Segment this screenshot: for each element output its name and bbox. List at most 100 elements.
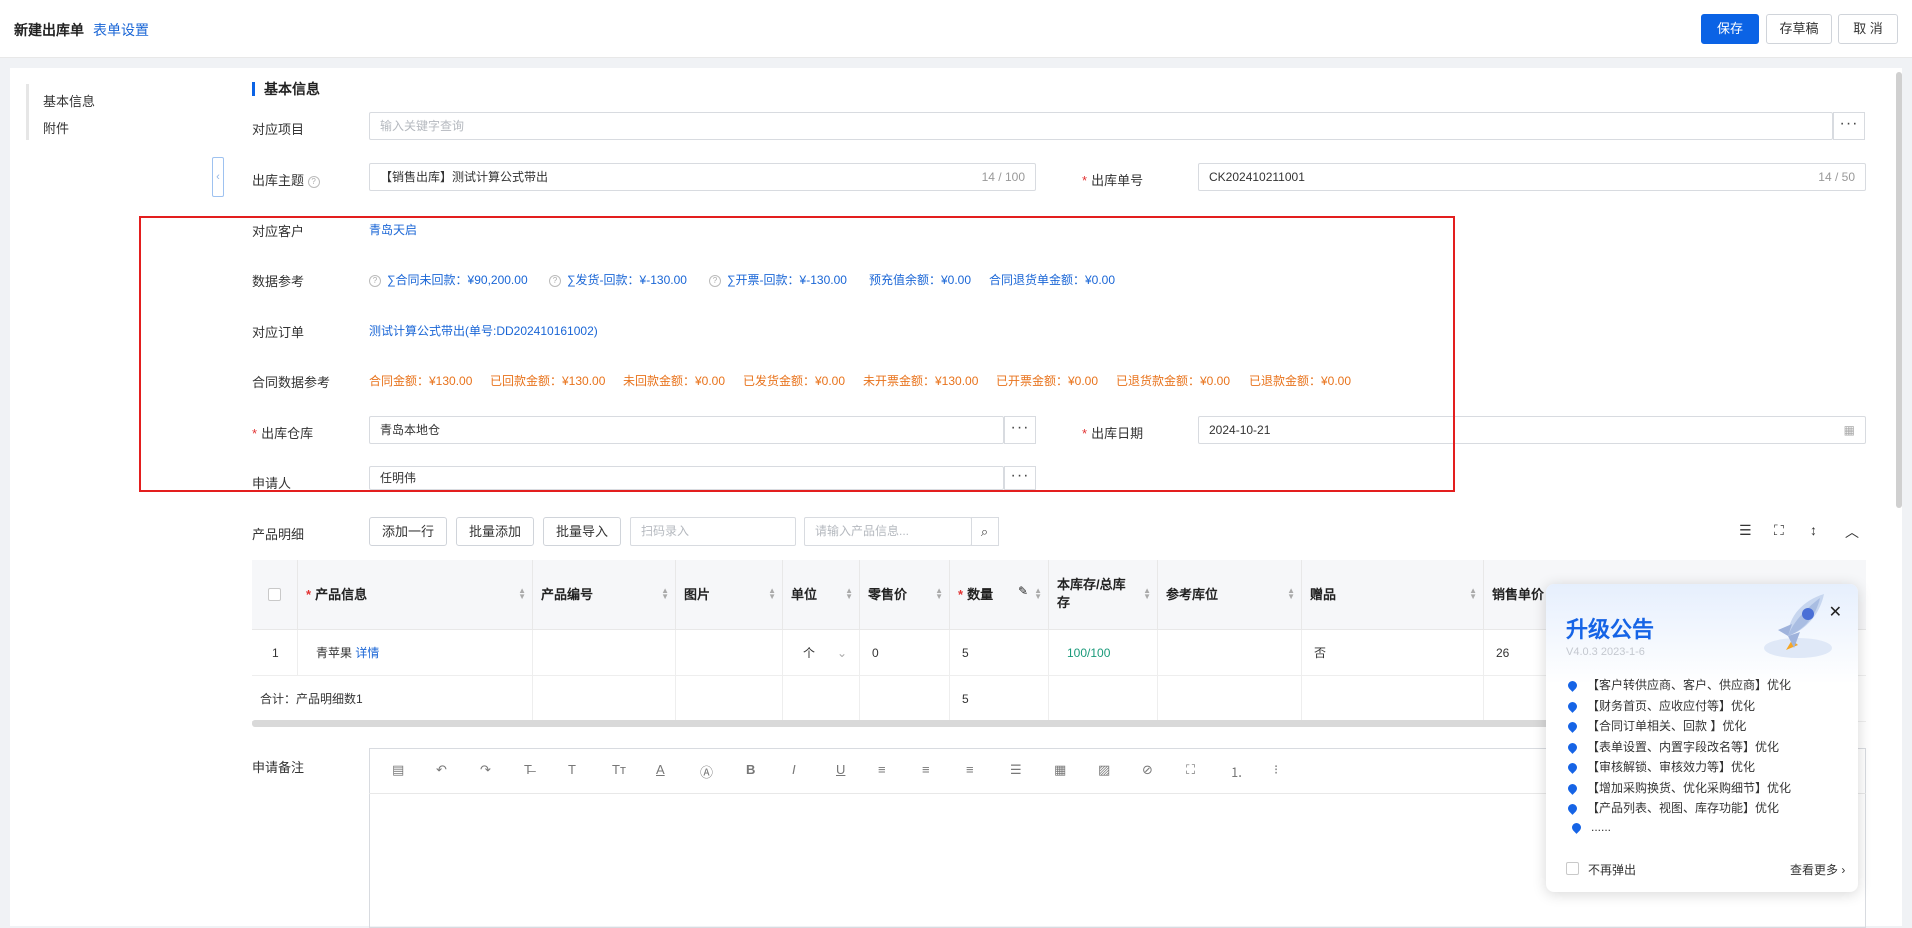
row-index: 1 (252, 630, 298, 676)
popup-version: V4.0.3 2023-1-6 (1566, 646, 1645, 658)
nav-item-attachment[interactable]: 附件 (43, 118, 69, 137)
remark-label: 申请备注 (252, 760, 305, 775)
search-icon[interactable]: ⌕ (971, 517, 999, 546)
col-stock[interactable]: 本库存/总库存 ▲ ▼ (1049, 560, 1158, 630)
ordered-list-icon[interactable]: ⒈ (1230, 762, 1243, 781)
table-scrollbar[interactable] (252, 720, 1552, 727)
total-cell (533, 676, 676, 722)
bold-icon[interactable]: B (746, 762, 755, 777)
attachment-icon[interactable]: ⊘ (1142, 762, 1153, 778)
col-unit[interactable]: 单位 ▲ ▼ (783, 560, 860, 630)
template-icon[interactable]: ▤ (392, 762, 404, 778)
batch-add-button[interactable]: 批量添加 (456, 517, 534, 546)
select-all-checkbox[interactable] (268, 588, 281, 601)
popup-item: 【表单设置、内置字段改名等】优化 (1566, 738, 1779, 755)
nav-item-basic[interactable]: 基本信息 (43, 91, 95, 110)
batch-import-button[interactable]: 批量导入 (543, 517, 621, 546)
project-input[interactable]: 输入关键字查询 (369, 112, 1833, 140)
page-title: 新建出库单 (14, 22, 84, 38)
total-cell (783, 676, 860, 722)
location-pin-icon (1566, 720, 1579, 734)
select-all-header (252, 560, 298, 630)
row-qty[interactable]: 5 (950, 630, 1049, 676)
image-icon[interactable]: ▨ (1098, 762, 1110, 778)
col-image[interactable]: 图片 ▲ ▼ (676, 560, 783, 630)
project-more-button[interactable]: ··· (1833, 112, 1865, 140)
upgrade-popup: ✕ 升级公告 V4.0.3 2023-1-6 【客户转供应商、客户、供应商】优化… (1546, 584, 1858, 892)
row-location[interactable] (1158, 630, 1302, 676)
background-color-icon[interactable]: Ⓐ (700, 762, 713, 781)
font-color-icon[interactable]: A (656, 762, 665, 777)
cancel-button[interactable]: 取 消 (1838, 14, 1898, 44)
align-right-icon[interactable]: ≡ (966, 762, 974, 777)
no-popup-checkbox[interactable] (1566, 862, 1579, 875)
subject-label: 出库主题 ? (252, 170, 326, 189)
undo-icon[interactable]: ↶ (436, 762, 447, 778)
collapse-handle[interactable]: ‹ (212, 157, 224, 197)
location-pin-icon (1566, 802, 1579, 816)
no-input[interactable]: CK202410211001 14 / 50 (1198, 163, 1866, 191)
project-placeholder: 输入关键字查询 (380, 119, 465, 133)
col-location[interactable]: 参考库位 ▲ ▼ (1158, 560, 1302, 630)
popup-item: 【增加采购换货、优化采购细节】优化 (1566, 779, 1791, 796)
align-center-icon[interactable]: ≡ (922, 762, 930, 777)
scan-placeholder: 扫码录入 (641, 524, 690, 538)
edit-icon[interactable]: ✎ (1018, 584, 1028, 598)
chevron-up-icon[interactable]: ︿ (1845, 522, 1859, 542)
col-gift[interactable]: 赠品 ▲ ▼ (1302, 560, 1484, 630)
redo-icon[interactable]: ↷ (480, 762, 491, 778)
font-size-icon[interactable]: T (568, 762, 576, 777)
save-button[interactable]: 保存 (1701, 14, 1759, 44)
draft-button[interactable]: 存草稿 (1766, 14, 1832, 44)
product-search-input[interactable]: 请输入产品信息... (804, 517, 972, 546)
scan-input[interactable]: 扫码录入 (630, 517, 796, 546)
calendar-icon[interactable]: ▦ (1844, 417, 1855, 443)
col-product-info[interactable]: * 产品信息 ▲ ▼ (298, 560, 533, 630)
project-label: 对应项目 (252, 122, 305, 137)
location-pin-icon (1566, 679, 1579, 693)
popup-item: ...... (1570, 820, 1611, 835)
justify-icon[interactable]: ☰ (1010, 762, 1022, 778)
no-value: CK202410211001 (1209, 170, 1305, 184)
detail-link[interactable]: 详情 (355, 646, 379, 660)
popup-item: 【产品列表、视图、库存功能】优化 (1566, 799, 1779, 816)
row-height-icon[interactable]: ☰ (1739, 522, 1752, 539)
expand-icon[interactable]: ↕ (1810, 522, 1817, 538)
products-label: 产品明细 (252, 527, 305, 542)
page-scrollbar[interactable] (1896, 72, 1902, 508)
table-icon[interactable]: ▦ (1054, 762, 1066, 778)
popup-item: 【财务首页、应收应付等】优化 (1566, 697, 1755, 714)
view-more-link[interactable]: 查看更多 › (1790, 861, 1845, 878)
location-pin-icon (1570, 821, 1583, 835)
highlight-box (139, 216, 1455, 492)
subject-input[interactable]: 【销售出库】测试计算公式带出 14 / 100 (369, 163, 1036, 191)
form-setting-link[interactable]: 表单设置 (93, 20, 149, 40)
col-retail[interactable]: 零售价 ▲ ▼ (860, 560, 950, 630)
subject-count: 14 / 100 (981, 170, 1025, 184)
col-qty[interactable]: * 数量 ✎ ▲ ▼ (950, 560, 1049, 630)
leftnav-line (26, 84, 29, 140)
row-image (676, 630, 783, 676)
add-row-button[interactable]: 添加一行 (369, 517, 447, 546)
total-cell (1302, 676, 1484, 722)
col-product-code[interactable]: 产品编号 ▲ ▼ (533, 560, 676, 630)
fullscreen-icon[interactable]: ⛶ (1186, 762, 1195, 778)
total-cell (1049, 676, 1158, 722)
row-stock: 100/100 (1049, 630, 1158, 676)
row-gift[interactable]: 否 (1302, 630, 1484, 676)
product-search-placeholder: 请输入产品信息... (815, 524, 910, 538)
italic-icon[interactable]: I (792, 762, 796, 777)
section-title: 基本信息 (252, 82, 320, 96)
fullscreen-icon[interactable]: ⛶ (1774, 522, 1784, 539)
row-product-code (533, 630, 676, 676)
bullet-list-icon[interactable]: ⁝ (1274, 762, 1278, 778)
close-icon[interactable]: ✕ (1829, 602, 1842, 622)
top-bar (0, 0, 1912, 58)
row-unit-select[interactable]: 个 ⌄ (783, 630, 860, 676)
strikethrough-icon[interactable]: T̶ (524, 762, 532, 777)
align-left-icon[interactable]: ≡ (878, 762, 886, 777)
row-retail[interactable]: 0 (860, 630, 950, 676)
text-style-icon[interactable]: Tт (612, 762, 626, 777)
subject-value: 【销售出库】测试计算公式带出 (380, 170, 549, 184)
underline-icon[interactable]: U (836, 762, 845, 777)
